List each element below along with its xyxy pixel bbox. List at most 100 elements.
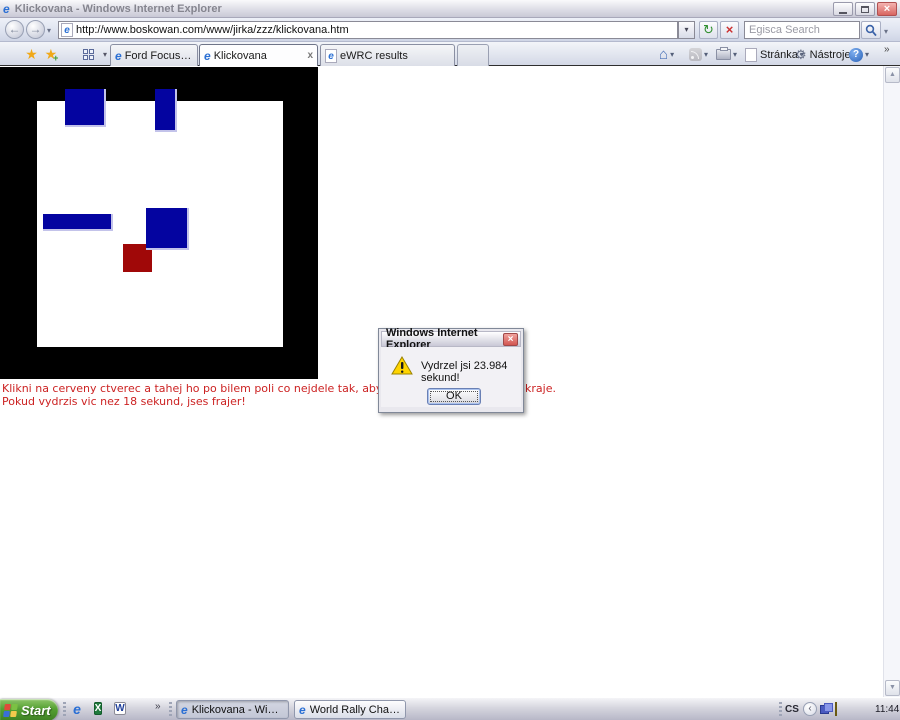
help-icon: ? — [849, 48, 863, 62]
alert-dialog: Windows Internet Explorer × Vydrzel jsi … — [378, 328, 524, 413]
tray-antivirus-icon[interactable] — [847, 703, 860, 716]
new-tab-stub[interactable] — [457, 44, 489, 66]
restore-button[interactable] — [855, 2, 875, 16]
task-button-label: Klickovana - Windows... — [192, 704, 284, 716]
close-button[interactable]: × — [877, 2, 897, 16]
tab-list-dropdown-icon[interactable]: ▾ — [100, 45, 110, 64]
hide-icons-chevron[interactable]: ‹ — [803, 702, 817, 716]
warning-icon — [391, 356, 413, 375]
window-title: Klickovana - Windows Internet Explorer — [15, 3, 222, 15]
quick-launch-grip[interactable] — [63, 702, 66, 718]
quick-tabs-button[interactable] — [78, 45, 98, 64]
address-dropdown-button[interactable]: ▾ — [678, 21, 695, 39]
tab-favicon-icon: e — [115, 50, 122, 62]
page-icon — [745, 48, 757, 62]
game-piece-blue — [146, 208, 189, 250]
minimize-button[interactable] — [833, 2, 853, 16]
tools-menu-button[interactable]: ⚙ Nástroje ▾ — [795, 46, 857, 63]
plus-icon: + — [53, 53, 58, 63]
tab-ewrc-results[interactable]: e eWRC results — [320, 44, 455, 66]
word-icon: W — [114, 702, 125, 715]
quick-launch-overflow-chevron[interactable]: » — [155, 701, 161, 712]
scroll-down-button[interactable]: ▼ — [885, 680, 900, 696]
quick-launch-ie-icon[interactable]: e — [69, 702, 85, 718]
tab-bar: ★ ★+ ▾ e Ford Focus Forum - Zobrazit ...… — [0, 42, 900, 66]
tools-menu-label: Nástroje — [810, 49, 851, 61]
stop-button[interactable]: × — [720, 21, 739, 39]
taskbar: Start e X W » e Klickovana - Windows... … — [0, 697, 900, 720]
navigation-bar: ← → ▾ e ▾ ↻ × ▾ — [0, 18, 900, 42]
game-piece-blue — [65, 89, 106, 127]
search-options-icon[interactable]: ▾ — [884, 27, 888, 36]
desktop-screen: e Klickovana - Windows Internet Explorer… — [0, 0, 900, 720]
help-button[interactable]: ? ▾ — [849, 46, 869, 63]
ok-button[interactable]: OK — [427, 388, 481, 405]
tab-close-icon[interactable]: x — [307, 50, 313, 61]
favorites-center-button[interactable]: ★ — [22, 45, 41, 64]
page-favicon-icon: e — [61, 23, 73, 37]
chevron-down-icon[interactable]: ▾ — [733, 50, 737, 59]
tab-ford-focus-forum[interactable]: e Ford Focus Forum - Zobrazit ... — [110, 44, 198, 66]
rss-feeds-icon — [689, 48, 702, 61]
browser-titlebar: e Klickovana - Windows Internet Explorer… — [0, 0, 900, 18]
tray-grip — [779, 702, 782, 718]
back-button[interactable]: ← — [5, 20, 24, 39]
taskbar-button-klickovana[interactable]: e Klickovana - Windows... — [176, 700, 289, 719]
scroll-up-button[interactable]: ▲ — [885, 67, 900, 83]
tray-messenger-icon[interactable] — [834, 703, 847, 716]
taskbar-button-wrc[interactable]: e World Rally Champion... — [294, 700, 406, 719]
windows-logo-icon — [3, 704, 18, 717]
tab-label: eWRC results — [340, 50, 450, 62]
magnifier-icon — [865, 24, 877, 37]
game-piece-blue — [43, 214, 113, 231]
game-canvas — [0, 67, 318, 379]
home-button[interactable]: ⌂ ▾ — [659, 46, 674, 63]
quick-tabs-icon — [83, 49, 94, 60]
address-bar[interactable]: e — [58, 21, 678, 39]
excel-icon: X — [94, 702, 103, 715]
ie-logo-icon: e — [3, 3, 10, 15]
tab-klickovana[interactable]: e Klickovana x — [199, 44, 318, 66]
ie-icon: e — [181, 704, 188, 716]
refresh-button[interactable]: ↻ — [699, 21, 718, 39]
quick-launch-word-icon[interactable]: W — [112, 702, 128, 718]
game-instructions-line1-end: kraje. — [525, 382, 556, 395]
ie-icon: e — [299, 704, 306, 716]
chevron-down-icon: ▾ — [704, 50, 708, 59]
vertical-scrollbar[interactable]: ▲ ▼ — [883, 66, 900, 697]
feeds-button[interactable]: ▾ — [689, 46, 708, 63]
tab-favicon-icon: e — [325, 49, 337, 63]
search-button[interactable] — [861, 21, 881, 39]
add-favorite-button[interactable]: ★+ — [42, 45, 61, 64]
page-menu-label: Stránka — [760, 49, 798, 61]
start-button[interactable]: Start — [0, 699, 58, 720]
taskbar-clock[interactable]: 11:44 — [875, 704, 899, 715]
dialog-close-button[interactable]: × — [503, 333, 518, 346]
tab-label: Klickovana — [214, 50, 305, 62]
start-label: Start — [21, 703, 51, 718]
chevron-down-icon[interactable]: ▾ — [670, 50, 674, 59]
history-dropdown-icon[interactable]: ▾ — [47, 26, 51, 35]
tray-display-icon[interactable] — [820, 703, 833, 716]
command-bar-overflow-chevron[interactable]: » — [884, 44, 890, 55]
dialog-message: Vydrzel jsi 23.984 sekund! — [421, 360, 521, 384]
search-input[interactable] — [745, 22, 859, 38]
chevron-down-icon[interactable]: ▾ — [865, 50, 869, 59]
game-instructions-line2: Pokud vydrzis vic nez 18 sekund, jses fr… — [2, 395, 246, 408]
tray-app-icon[interactable] — [860, 703, 873, 716]
print-button[interactable]: ▾ — [716, 46, 737, 63]
gear-icon: ⚙ — [795, 48, 807, 61]
home-icon: ⌂ — [659, 48, 668, 62]
printer-icon — [716, 49, 731, 60]
tab-label: Ford Focus Forum - Zobrazit ... — [125, 50, 193, 62]
dialog-titlebar[interactable]: Windows Internet Explorer × — [381, 331, 521, 347]
forward-button[interactable]: → — [26, 20, 45, 39]
game-piece-blue — [155, 89, 177, 132]
address-input[interactable] — [73, 23, 677, 37]
taskband-grip[interactable] — [169, 702, 172, 718]
quick-launch-excel-icon[interactable]: X — [90, 702, 106, 718]
quick-launch-app-icon[interactable] — [134, 702, 150, 718]
search-box[interactable] — [744, 21, 860, 39]
tab-favicon-icon: e — [204, 50, 211, 62]
language-indicator[interactable]: CS — [785, 704, 799, 715]
